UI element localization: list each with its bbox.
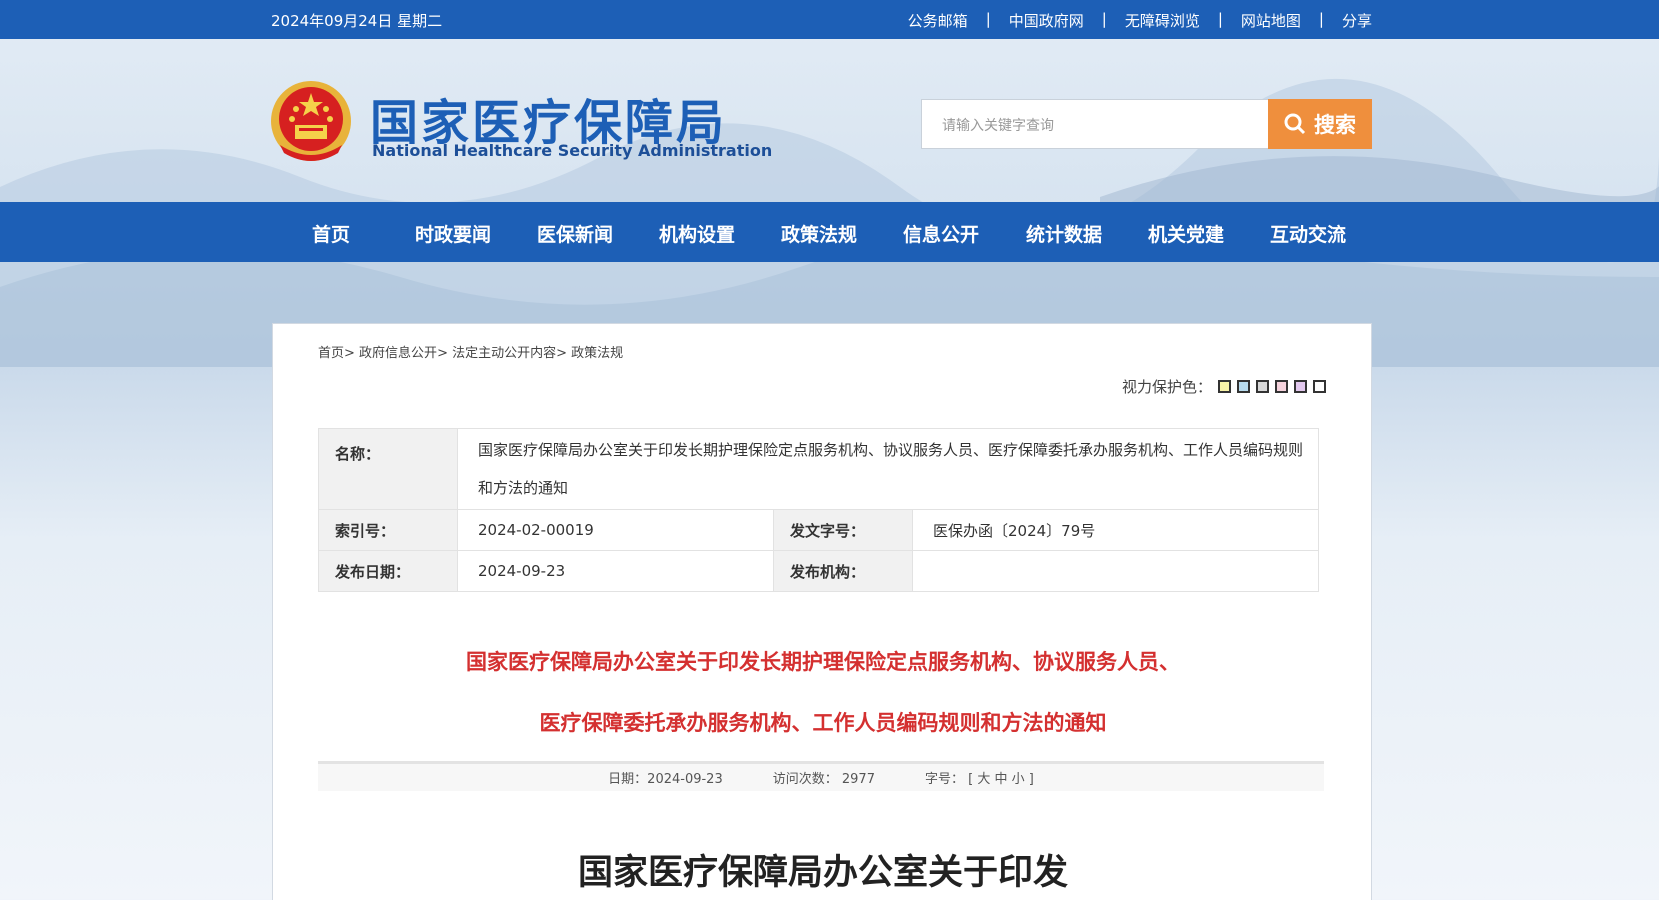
top-bar: 2024年09月24日 星期二 公务邮箱 | 中国政府网 | 无障碍浏览 | 网… (0, 0, 1659, 39)
nav-current-affairs[interactable]: 时政要闻 (415, 220, 491, 247)
visits-label: 访问次数： (772, 772, 838, 787)
article-title-line2: 医疗保障委托承办服务机构、工作人员编码规则和方法的通知 (539, 711, 1107, 735)
search-button-label: 搜索 (1314, 113, 1356, 137)
breadcrumb-policy[interactable]: 政策法规 (571, 346, 623, 361)
swatch-gray[interactable] (1256, 380, 1269, 393)
article-info-bar: 日期：2024-09-23 访问次数： 2977 字号： [ 大 中 小 ] (318, 761, 1324, 791)
nav-party-building[interactable]: 机关党建 (1148, 220, 1224, 247)
meta-index-label: 索引号： (318, 509, 458, 551)
article-visits: 访问次数： 2977 (773, 768, 875, 787)
nav-news[interactable]: 医保新闻 (537, 220, 613, 247)
nav-statistics[interactable]: 统计数据 (1026, 220, 1102, 247)
nav-info-disclosure[interactable]: 信息公开 (903, 220, 979, 247)
meta-date-label: 发布日期： (318, 550, 458, 592)
site-header: 国家医疗保障局 National Healthcare Security Adm… (0, 39, 1659, 202)
national-emblem-icon[interactable] (270, 79, 352, 165)
separator: | (1217, 10, 1223, 28)
search-input[interactable]: 请输入关键字查询 (921, 99, 1269, 149)
swatch-pink[interactable] (1275, 380, 1288, 393)
meta-name-label: 名称： (318, 428, 458, 510)
link-sitemap[interactable]: 网站地图 (1241, 10, 1301, 31)
separator: | (985, 10, 991, 28)
font-size-label: 字号： (924, 772, 964, 787)
search-button[interactable]: 搜索 (1268, 99, 1372, 149)
nav-policy[interactable]: 政策法规 (781, 220, 857, 247)
swatch-purple[interactable] (1294, 380, 1307, 393)
meta-org-label: 发布机构： (773, 550, 913, 592)
main-nav: 首页 时政要闻 医保新闻 机构设置 政策法规 信息公开 统计数据 机关党建 互动… (0, 202, 1659, 262)
link-share[interactable]: 分享 (1342, 10, 1372, 31)
breadcrumb-active-disclosure[interactable]: 法定主动公开内容 (452, 346, 556, 361)
separator: | (1101, 10, 1107, 28)
meta-docno-value: 医保办函〔2024〕79号 (912, 509, 1319, 551)
font-size-options[interactable]: [ 大 中 小 ] (968, 772, 1034, 787)
swatch-white[interactable] (1313, 380, 1326, 393)
current-date: 2024年09月24日 星期二 (271, 12, 443, 30)
document-heading: 国家医疗保障局办公室关于印发 (577, 852, 1068, 893)
article-title: 国家医疗保障局办公室关于印发长期护理保险定点服务机构、协议服务人员、 医疗保障委… (273, 632, 1373, 754)
breadcrumb-home[interactable]: 首页 (318, 346, 344, 361)
eye-protect-label: 视力保护色： (1121, 378, 1212, 396)
meta-docno-label: 发文字号： (773, 509, 913, 551)
meta-index-value: 2024-02-00019 (457, 509, 774, 551)
font-size-control: 字号： [ 大 中 小 ] (925, 768, 1034, 787)
site-logo-english[interactable]: National Healthcare Security Administrat… (372, 141, 772, 160)
top-links: 公务邮箱 | 中国政府网 | 无障碍浏览 | 网站地图 | 分享 (908, 10, 1372, 31)
swatch-blue[interactable] (1237, 380, 1250, 393)
content-panel: 首页> 政府信息公开> 法定主动公开内容> 政策法规 视力保护色： 名称： 国家… (272, 323, 1372, 900)
separator: | (1318, 10, 1324, 28)
article-title-line1: 国家医疗保障局办公室关于印发长期护理保险定点服务机构、协议服务人员、 (466, 650, 1180, 674)
search-icon (1284, 113, 1306, 135)
link-accessibility[interactable]: 无障碍浏览 (1125, 10, 1200, 31)
link-mail[interactable]: 公务邮箱 (908, 10, 968, 31)
visits-count: 2977 (841, 772, 875, 787)
breadcrumb: 首页> 政府信息公开> 法定主动公开内容> 政策法规 (318, 346, 624, 361)
link-gov[interactable]: 中国政府网 (1009, 10, 1084, 31)
nav-home[interactable]: 首页 (312, 220, 350, 247)
article-date: 日期：2024-09-23 (608, 772, 723, 787)
nav-organization[interactable]: 机构设置 (659, 220, 735, 247)
meta-date-value: 2024-09-23 (457, 550, 774, 592)
meta-org-value (912, 550, 1319, 592)
breadcrumb-gov-info[interactable]: 政府信息公开 (359, 346, 437, 361)
eye-protect-colors: 视力保护色： (1122, 376, 1326, 397)
document-meta-table: 名称： 国家医疗保障局办公室关于印发长期护理保险定点服务机构、协议服务人员、医疗… (318, 428, 1319, 592)
meta-name-value: 国家医疗保障局办公室关于印发长期护理保险定点服务机构、协议服务人员、医疗保障委托… (457, 428, 1319, 510)
nav-interaction[interactable]: 互动交流 (1270, 220, 1346, 247)
swatch-yellow[interactable] (1218, 380, 1231, 393)
